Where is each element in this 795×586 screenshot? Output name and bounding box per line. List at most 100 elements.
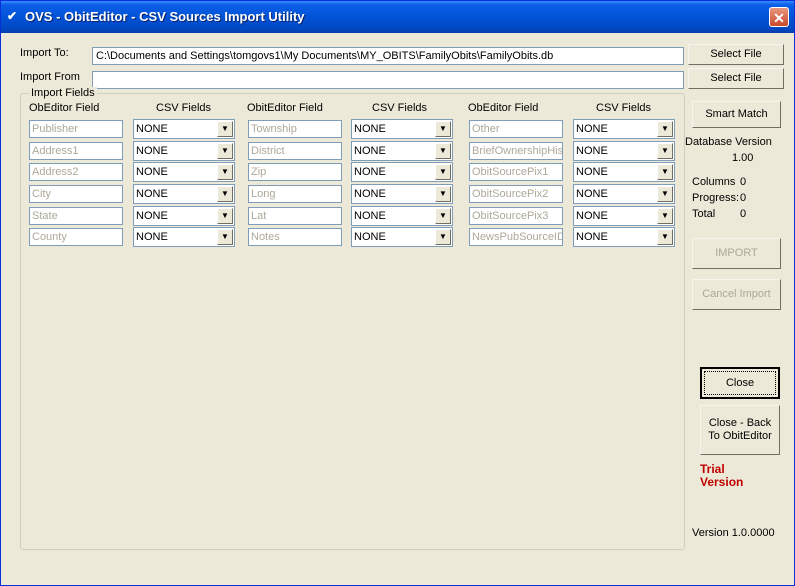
csv-select-value: NONE <box>136 231 168 243</box>
field-lat[interactable]: Lat <box>248 207 342 225</box>
chevron-down-icon[interactable]: ▼ <box>435 121 451 137</box>
csv-select-value: NONE <box>354 231 386 243</box>
csv-select-value: NONE <box>354 166 386 178</box>
field-notes[interactable]: Notes <box>248 228 342 246</box>
total-label: Total <box>692 208 716 220</box>
trial-line2: Version <box>700 475 744 489</box>
chevron-down-icon[interactable]: ▼ <box>435 229 451 245</box>
csv-select-district[interactable]: NONE ▼ <box>351 141 453 161</box>
chevron-down-icon[interactable]: ▼ <box>657 121 673 137</box>
chevron-down-icon[interactable]: ▼ <box>657 143 673 159</box>
columns-label: Columns <box>692 176 736 188</box>
csv-select-value: NONE <box>354 210 386 222</box>
import-utility-window: ✔ OVS - ObitEditor - CSV Sources Import … <box>0 0 795 586</box>
field-news-pub-source-id[interactable]: NewsPubSourceID <box>469 228 563 246</box>
csv-select-value: NONE <box>576 166 608 178</box>
field-obit-source-pix3[interactable]: ObitSourcePix3 <box>469 207 563 225</box>
column-header-field-3: ObEditor Field <box>468 102 539 114</box>
cancel-import-button[interactable]: Cancel Import <box>692 279 781 310</box>
column-header-csv-2: CSV Fields <box>372 102 428 114</box>
csv-select-value: NONE <box>354 188 386 200</box>
field-obit-source-pix2[interactable]: ObitSourcePix2 <box>469 185 563 203</box>
chevron-down-icon[interactable]: ▼ <box>217 121 233 137</box>
progress-label: Progress: <box>692 192 740 204</box>
field-brief-ownership-hist[interactable]: BriefOwnershipHist <box>469 142 563 160</box>
field-publisher[interactable]: Publisher <box>29 120 123 138</box>
csv-select-lat[interactable]: NONE ▼ <box>351 206 453 226</box>
csv-select-publisher[interactable]: NONE ▼ <box>133 119 235 139</box>
field-city[interactable]: City <box>29 185 123 203</box>
column-header-field-1: ObEditor Field <box>29 102 100 114</box>
chevron-down-icon[interactable]: ▼ <box>217 229 233 245</box>
field-state[interactable]: State <box>29 207 123 225</box>
csv-select-obit-source-pix1[interactable]: NONE ▼ <box>573 162 675 182</box>
csv-select-notes[interactable]: NONE ▼ <box>351 227 453 247</box>
trial-version-label: Trial Version <box>700 463 743 489</box>
import-to-label: Import To: <box>20 47 69 59</box>
chevron-down-icon[interactable]: ▼ <box>657 229 673 245</box>
csv-select-county[interactable]: NONE ▼ <box>133 227 235 247</box>
progress-value: 0 <box>740 192 747 204</box>
close-button[interactable]: Close <box>700 367 780 399</box>
csv-select-value: NONE <box>576 188 608 200</box>
csv-select-obit-source-pix2[interactable]: NONE ▼ <box>573 184 675 204</box>
field-address1[interactable]: Address1 <box>29 142 123 160</box>
close-button-label: Close <box>725 376 755 389</box>
import-from-input[interactable] <box>92 71 684 89</box>
import-to-input[interactable]: C:\Documents and Settings\tomgovs1\My Do… <box>92 47 684 65</box>
csv-select-township[interactable]: NONE ▼ <box>351 119 453 139</box>
chevron-down-icon[interactable]: ▼ <box>217 143 233 159</box>
import-from-label: Import From <box>20 71 80 83</box>
chevron-down-icon[interactable]: ▼ <box>435 208 451 224</box>
csv-select-obit-source-pix3[interactable]: NONE ▼ <box>573 206 675 226</box>
chevron-down-icon[interactable]: ▼ <box>657 164 673 180</box>
chevron-down-icon[interactable]: ▼ <box>657 186 673 202</box>
field-zip[interactable]: Zip <box>248 163 342 181</box>
column-header-csv-1: CSV Fields <box>156 102 212 114</box>
chevron-down-icon[interactable]: ▼ <box>217 208 233 224</box>
csv-select-news-pub-source-id[interactable]: NONE ▼ <box>573 227 675 247</box>
field-district[interactable]: District <box>248 142 342 160</box>
csv-select-brief-ownership-hist[interactable]: NONE ▼ <box>573 141 675 161</box>
chevron-down-icon[interactable]: ▼ <box>217 164 233 180</box>
import-button[interactable]: IMPORT <box>692 238 781 269</box>
field-long[interactable]: Long <box>248 185 342 203</box>
field-address2[interactable]: Address2 <box>29 163 123 181</box>
csv-select-address1[interactable]: NONE ▼ <box>133 141 235 161</box>
csv-select-value: NONE <box>136 123 168 135</box>
csv-select-value: NONE <box>576 123 608 135</box>
total-value: 0 <box>740 208 747 220</box>
import-from-select-file-button[interactable]: Select File <box>688 68 784 89</box>
csv-select-city[interactable]: NONE ▼ <box>133 184 235 204</box>
chevron-down-icon[interactable]: ▼ <box>435 186 451 202</box>
field-other[interactable]: Other <box>469 120 563 138</box>
import-fields-group-title: Import Fields <box>29 87 97 99</box>
version-label: Version 1.0.0000 <box>692 527 775 539</box>
title-bar[interactable]: ✔ OVS - ObitEditor - CSV Sources Import … <box>1 1 794 33</box>
chevron-down-icon[interactable]: ▼ <box>657 208 673 224</box>
field-township[interactable]: Township <box>248 120 342 138</box>
csv-select-zip[interactable]: NONE ▼ <box>351 162 453 182</box>
smart-match-button[interactable]: Smart Match <box>692 101 781 128</box>
csv-select-other[interactable]: NONE ▼ <box>573 119 675 139</box>
chevron-down-icon[interactable]: ▼ <box>217 186 233 202</box>
csv-select-value: NONE <box>136 166 168 178</box>
dialog-body: Import To: C:\Documents and Settings\tom… <box>4 33 791 582</box>
database-version-label: Database Version <box>685 136 772 148</box>
field-obit-source-pix1[interactable]: ObitSourcePix1 <box>469 163 563 181</box>
csv-select-value: NONE <box>354 145 386 157</box>
csv-select-address2[interactable]: NONE ▼ <box>133 162 235 182</box>
chevron-down-icon[interactable]: ▼ <box>435 164 451 180</box>
close-back-line2: To ObitEditor <box>708 430 772 442</box>
chevron-down-icon[interactable]: ▼ <box>435 143 451 159</box>
window-close-button[interactable]: ✕ <box>769 7 789 27</box>
app-icon: ✔ <box>7 9 18 23</box>
csv-select-long[interactable]: NONE ▼ <box>351 184 453 204</box>
csv-select-value: NONE <box>354 123 386 135</box>
csv-select-value: NONE <box>136 188 168 200</box>
csv-select-value: NONE <box>576 145 608 157</box>
import-to-select-file-button[interactable]: Select File <box>688 44 784 65</box>
field-county[interactable]: County <box>29 228 123 246</box>
close-back-to-obiteditor-button[interactable]: Close - Back To ObitEditor <box>700 405 780 455</box>
csv-select-state[interactable]: NONE ▼ <box>133 206 235 226</box>
